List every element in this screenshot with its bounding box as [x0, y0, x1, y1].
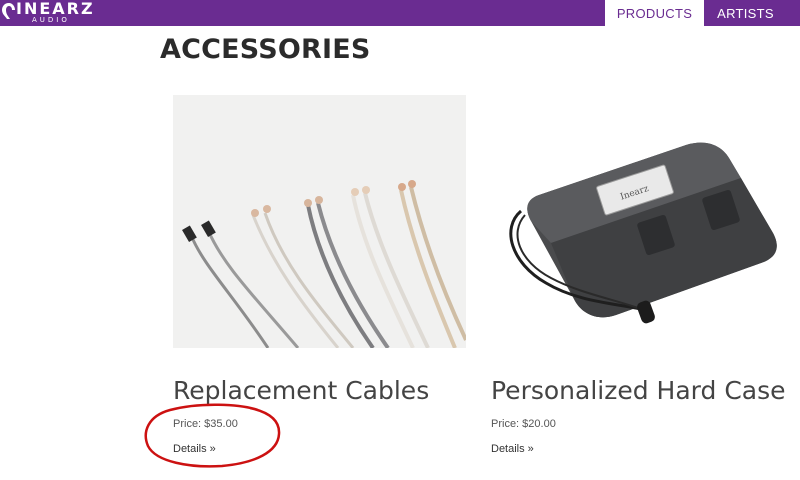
product-name[interactable]: Personalized Hard Case: [491, 376, 786, 405]
nav-products[interactable]: PRODUCTS: [605, 0, 704, 26]
cables-image-icon: [182, 180, 466, 348]
ear-logo-icon: [2, 3, 15, 19]
details-link[interactable]: Details »: [173, 443, 216, 455]
product-name[interactable]: Replacement Cables: [173, 376, 429, 405]
logo-subtext: AUDIO: [32, 16, 70, 24]
red-circle-annotation: [144, 403, 281, 468]
product-price: Price: $20.00: [491, 418, 556, 430]
top-navigation-bar: INEARZ AUDIO PRODUCTS ARTISTS: [0, 0, 800, 26]
hard-case-photo[interactable]: Inearz: [491, 133, 784, 363]
hard-case-image-icon: Inearz: [509, 142, 777, 324]
page-title: ACCESSORIES: [160, 34, 371, 65]
product-price: Price: $35.00: [173, 418, 238, 430]
details-link[interactable]: Details »: [491, 443, 534, 455]
cables-photo[interactable]: [173, 95, 466, 348]
nav-artists[interactable]: ARTISTS: [704, 0, 787, 26]
